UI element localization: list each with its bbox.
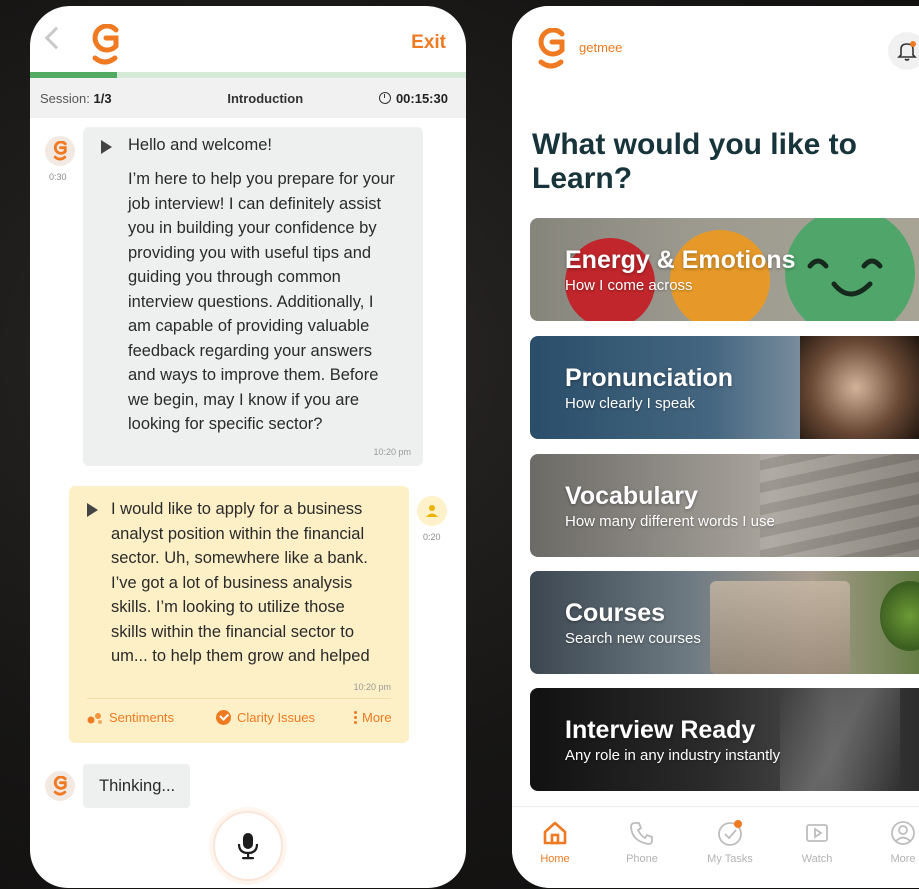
neutral-face-ball (670, 230, 770, 321)
thinking-indicator: Thinking... (83, 764, 190, 808)
play-icon[interactable] (87, 503, 98, 517)
exit-button[interactable]: Exit (411, 32, 446, 54)
microphone-button[interactable] (213, 811, 283, 881)
nav-more[interactable]: More (868, 819, 919, 865)
user-message-bubble: I would like to apply for a business ana… (69, 486, 409, 743)
section-title: Introduction (227, 90, 304, 106)
card-vocabulary[interactable]: Vocabulary How many different words I us… (530, 454, 919, 557)
bot-greeting: Hello and welcome! (128, 136, 272, 154)
card-subtitle: How many different words I use (565, 513, 775, 530)
card-pronunciation[interactable]: Pronunciation How clearly I speak (530, 336, 919, 439)
getmee-logo-icon (538, 28, 565, 69)
nav-watch[interactable]: Watch (782, 819, 852, 865)
bot-message-time: 10:20 pm (373, 447, 411, 457)
card-title: Interview Ready (565, 716, 756, 744)
getmee-logo-icon (53, 141, 67, 161)
tasks-check-icon (718, 820, 742, 846)
nav-home[interactable]: Home (520, 819, 590, 865)
back-chevron-icon[interactable] (44, 26, 68, 50)
getmee-logo-icon (53, 776, 67, 796)
user-message-body: I would like to apply for a business ana… (111, 500, 370, 665)
vertical-dots-icon (354, 710, 357, 725)
sentiments-icon (87, 712, 102, 724)
speaker-photo (800, 336, 919, 439)
card-subtitle: Any role in any industry instantly (565, 747, 781, 764)
nav-my-tasks[interactable]: My Tasks (695, 819, 765, 865)
card-subtitle: How clearly I speak (565, 395, 696, 412)
more-button[interactable]: More (354, 710, 392, 725)
getmee-logo-icon (92, 24, 119, 65)
card-title: Pronunciation (565, 364, 734, 392)
bot-message-body: I’m here to help you prepare for your jo… (128, 170, 395, 433)
user-avatar (417, 496, 447, 526)
card-title: Vocabulary (565, 482, 698, 510)
check-circle-icon (216, 710, 231, 725)
notifications-button[interactable] (888, 32, 919, 70)
session-counter: Session: 1/3 (40, 90, 112, 106)
office-photo (780, 688, 900, 791)
bot-message-bubble: Hello and welcome! I’m here to help you … (83, 127, 423, 466)
desk-photo (710, 581, 850, 674)
bot-audio-duration: 0:30 (49, 172, 67, 182)
chat-header: Exit (30, 6, 466, 72)
divider (87, 698, 391, 699)
video-play-icon (806, 824, 828, 842)
user-icon (426, 505, 438, 517)
bot-avatar (45, 136, 75, 166)
dictionary-photo (760, 454, 919, 557)
nav-phone[interactable]: Phone (607, 819, 677, 865)
card-title: Energy & Emotions (565, 246, 796, 274)
bottom-nav: Home Phone My Tasks Watch More (512, 806, 919, 888)
microphone-icon (237, 833, 259, 860)
clarity-issues-button[interactable]: Clarity Issues (216, 710, 315, 725)
phone-icon (630, 822, 653, 845)
card-courses[interactable]: Courses Search new courses (530, 571, 919, 674)
home-icon (543, 821, 567, 845)
card-energy-emotions[interactable]: Energy & Emotions How I come across (530, 218, 919, 321)
card-interview-ready[interactable]: Interview Ready Any role in any industry… (530, 688, 919, 791)
stopwatch-icon (378, 92, 391, 104)
session-timer: 00:15:30 (378, 91, 448, 106)
bot-avatar (45, 771, 75, 801)
session-info-bar: Session: 1/3 Introduction 00:15:30 (30, 78, 466, 118)
user-message-time: 10:20 pm (353, 682, 391, 692)
bell-icon (897, 41, 917, 61)
profile-icon (891, 821, 915, 845)
interview-screen: Exit Session: 1/3 Introduction 00:15:30 … (30, 6, 466, 888)
brand-name: getmee (579, 40, 623, 55)
page-headline: What would you like to Learn? (532, 128, 857, 195)
card-title: Courses (565, 599, 666, 627)
card-subtitle: How I come across (565, 277, 693, 294)
learn-home-screen: getmee What would you like to Learn? Ene… (512, 6, 919, 888)
smile-icon (807, 258, 883, 297)
play-icon[interactable] (101, 140, 112, 154)
sentiments-button[interactable]: Sentiments (87, 710, 174, 725)
plant-photo (880, 581, 919, 651)
user-audio-duration: 0:20 (423, 532, 441, 542)
card-subtitle: Search new courses (565, 630, 701, 647)
